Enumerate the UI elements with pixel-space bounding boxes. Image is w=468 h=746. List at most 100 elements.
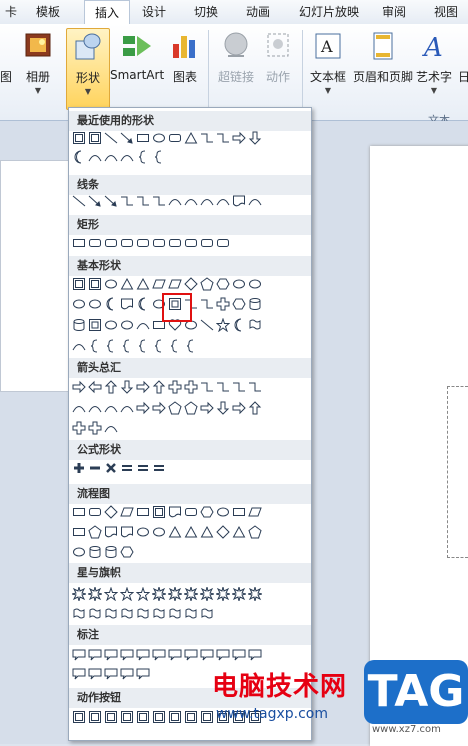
shape-curve-icon[interactable]: [120, 150, 134, 164]
shape-oval-icon[interactable]: [136, 525, 150, 539]
textbox-button[interactable]: A 文本框 ▼: [306, 28, 350, 108]
shape-brace-icon[interactable]: [136, 150, 150, 164]
shape-flag-icon[interactable]: [200, 607, 214, 621]
smartart-button[interactable]: SmartArt: [110, 28, 164, 108]
shape-hex-icon[interactable]: [232, 297, 246, 311]
shape-btn-icon[interactable]: [72, 277, 86, 291]
shape-hex-icon[interactable]: [120, 545, 134, 559]
shape-btn-icon[interactable]: [168, 710, 182, 724]
shape-flag-icon[interactable]: [120, 607, 134, 621]
shape-rrect-icon[interactable]: [88, 236, 102, 250]
shape-cross-icon[interactable]: [168, 380, 182, 394]
shape-oval-icon[interactable]: [216, 505, 230, 519]
shape-flag-icon[interactable]: [88, 607, 102, 621]
shape-elbow-icon[interactable]: [216, 380, 230, 394]
shape-curve-icon[interactable]: [72, 401, 86, 415]
shape-doc-icon[interactable]: [168, 505, 182, 519]
shape-callout-icon[interactable]: [136, 667, 150, 681]
picture-button[interactable]: 图: [0, 28, 18, 108]
shape-cyl-icon[interactable]: [72, 318, 86, 332]
tab-design[interactable]: 设计: [132, 0, 176, 24]
shape-burst-icon[interactable]: [232, 587, 246, 601]
shape-oval-icon[interactable]: [248, 277, 262, 291]
shape-oval-icon[interactable]: [88, 297, 102, 311]
shape-callout-icon[interactable]: [200, 648, 214, 662]
shape-larrow-icon[interactable]: [88, 380, 102, 394]
shape-btn-icon[interactable]: [200, 710, 214, 724]
shape-callout-icon[interactable]: [104, 648, 118, 662]
shape-burst-icon[interactable]: [184, 587, 198, 601]
shape-uarrow-icon[interactable]: [248, 401, 262, 415]
shape-elbow-icon[interactable]: [200, 297, 214, 311]
shape-curve-icon[interactable]: [248, 194, 262, 208]
shape-rarrow-icon[interactable]: [232, 401, 246, 415]
shape-btn-icon[interactable]: [88, 277, 102, 291]
shape-brace-icon[interactable]: [152, 339, 166, 353]
shape-para-icon[interactable]: [152, 277, 166, 291]
shape-btn-icon[interactable]: [88, 710, 102, 724]
chart-button[interactable]: 图表: [166, 28, 204, 108]
shape-curve-icon[interactable]: [184, 194, 198, 208]
shape-pent-icon[interactable]: [248, 525, 262, 539]
shape-rect-icon[interactable]: [72, 525, 86, 539]
shape-rect-icon[interactable]: [232, 505, 246, 519]
header-footer-button[interactable]: 页眉和页脚: [352, 28, 414, 108]
shape-tri-icon[interactable]: [184, 131, 198, 145]
shape-pent-icon[interactable]: [88, 525, 102, 539]
shape-btn-icon[interactable]: [72, 131, 86, 145]
shape-moon-icon[interactable]: [104, 297, 118, 311]
shape-uarrow-icon[interactable]: [104, 380, 118, 394]
shape-oval-icon[interactable]: [72, 297, 86, 311]
shape-callout-icon[interactable]: [248, 648, 262, 662]
shape-brace-icon[interactable]: [184, 339, 198, 353]
shape-moon-icon[interactable]: [136, 297, 150, 311]
shape-darrow-icon[interactable]: [248, 131, 262, 145]
shape-oval-icon[interactable]: [104, 277, 118, 291]
shape-callout-icon[interactable]: [152, 648, 166, 662]
shape-hex-icon[interactable]: [200, 505, 214, 519]
shape-cross-icon[interactable]: [88, 421, 102, 435]
tab-view[interactable]: 视图: [424, 0, 468, 24]
shape-doc-icon[interactable]: [120, 297, 134, 311]
shape-rrect-icon[interactable]: [184, 236, 198, 250]
shape-brace-icon[interactable]: [120, 339, 134, 353]
shape-elbow-icon[interactable]: [200, 131, 214, 145]
tab-partial[interactable]: 卡: [0, 0, 22, 24]
slide-thumbnail[interactable]: [0, 160, 70, 392]
shape-callout-icon[interactable]: [232, 648, 246, 662]
wordart-button[interactable]: A 艺术字 ▼: [414, 28, 454, 108]
action-button[interactable]: 动作: [260, 28, 296, 108]
shape-rrect-icon[interactable]: [168, 236, 182, 250]
shape-elbow-icon[interactable]: [200, 380, 214, 394]
shape-star-icon[interactable]: [136, 587, 150, 601]
shape-btn-icon[interactable]: [88, 131, 102, 145]
shape-burst-icon[interactable]: [72, 587, 86, 601]
shape-line-icon[interactable]: [104, 131, 118, 145]
shape-curve-icon[interactable]: [104, 401, 118, 415]
shape-callout-icon[interactable]: [72, 648, 86, 662]
shape-flag-icon[interactable]: [72, 607, 86, 621]
shape-rrect-icon[interactable]: [120, 236, 134, 250]
shape-callout-icon[interactable]: [136, 648, 150, 662]
shape-callout-icon[interactable]: [216, 648, 230, 662]
shape-burst-icon[interactable]: [248, 587, 262, 601]
shape-curve-icon[interactable]: [88, 401, 102, 415]
shape-burst-icon[interactable]: [88, 587, 102, 601]
tab-animations[interactable]: 动画: [236, 0, 280, 24]
shape-flag-icon[interactable]: [168, 607, 182, 621]
shape-minus-icon[interactable]: [88, 461, 102, 475]
shape-curve-icon[interactable]: [104, 150, 118, 164]
shape-cross-icon[interactable]: [216, 297, 230, 311]
date-button[interactable]: 日: [454, 28, 468, 108]
shape-flag-icon[interactable]: [136, 607, 150, 621]
shape-curve-icon[interactable]: [200, 194, 214, 208]
shape-uarrow-icon[interactable]: [152, 380, 166, 394]
shape-callout-icon[interactable]: [104, 667, 118, 681]
shape-dia-icon[interactable]: [104, 505, 118, 519]
shape-eq-icon[interactable]: [152, 461, 166, 475]
shape-curve-icon[interactable]: [88, 150, 102, 164]
shape-btn-icon[interactable]: [184, 710, 198, 724]
shape-tri-icon[interactable]: [184, 525, 198, 539]
shape-burst-icon[interactable]: [216, 587, 230, 601]
shape-arrow-icon[interactable]: [104, 194, 118, 208]
